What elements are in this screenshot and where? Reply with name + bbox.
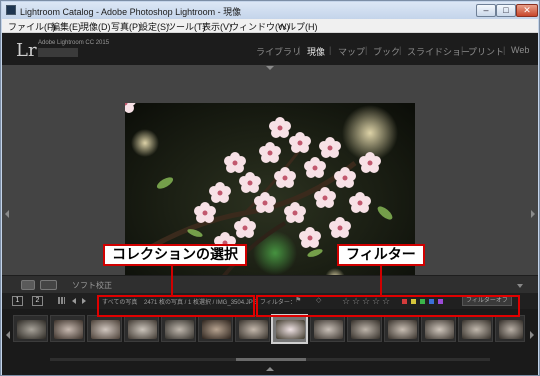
filmstrip-thumbnail-selected[interactable]: [271, 314, 308, 344]
filter-highlight-box: [256, 295, 520, 317]
grid-view-icon[interactable]: [58, 297, 65, 304]
filmstrip-thumbnail[interactable]: [421, 315, 456, 342]
forward-arrow-icon[interactable]: [82, 298, 86, 304]
collection-callout-connector: [171, 266, 173, 296]
filmstrip-thumbnail[interactable]: [310, 315, 345, 342]
toolbar-menu-icon[interactable]: [517, 284, 523, 288]
back-arrow-icon[interactable]: [72, 298, 76, 304]
minimize-button[interactable]: ‒: [476, 4, 496, 17]
lightroom-app-icon: [6, 5, 16, 15]
module-separator: |: [399, 45, 402, 55]
menu-settings[interactable]: 設定(S): [139, 20, 169, 33]
module-print[interactable]: プリント: [468, 45, 504, 58]
collection-highlight-box: [97, 295, 255, 317]
module-separator: |: [461, 45, 464, 55]
module-develop[interactable]: 現像: [307, 45, 325, 58]
filter-callout: フィルター: [337, 244, 425, 266]
develop-toolbar: ソフト校正: [2, 275, 538, 293]
module-web[interactable]: Web: [511, 45, 529, 55]
module-separator: |: [298, 45, 301, 55]
filmstrip-thumbnail[interactable]: [161, 315, 196, 342]
menu-view[interactable]: 表示(V): [202, 20, 232, 33]
filmstrip-thumbnail[interactable]: [87, 315, 122, 342]
menu-file[interactable]: ファイル(F): [8, 20, 56, 33]
module-separator: |: [503, 45, 506, 55]
filmstrip-scroll-left-icon[interactable]: [6, 331, 10, 339]
filmstrip-scroll-thumb[interactable]: [236, 358, 306, 361]
module-map[interactable]: マップ: [338, 45, 365, 58]
lightroom-app: Lr Adobe Lightroom CC 2015 ライブラリ | 現像 | …: [2, 33, 538, 375]
filmstrip-thumbnail[interactable]: [458, 315, 493, 342]
window-1-button[interactable]: 1: [12, 296, 23, 306]
filmstrip-thumbnail[interactable]: [235, 315, 270, 342]
left-panel-toggle-icon[interactable]: [5, 210, 9, 218]
application-window: Lightroom Catalog - Adobe Photoshop Ligh…: [0, 0, 540, 376]
filter-callout-label: フィルター: [339, 246, 423, 264]
cherry-blossom-photo: [125, 103, 415, 303]
lr-version: Adobe Lightroom CC 2015: [38, 40, 110, 46]
menu-edit[interactable]: 編集(E): [51, 20, 81, 33]
filmstrip: [2, 309, 538, 375]
collection-callout: コレクションの選択: [103, 244, 247, 266]
bottom-panel-toggle-icon[interactable]: [266, 367, 274, 371]
identity-plate: [38, 48, 78, 57]
window-2-button[interactable]: 2: [32, 296, 43, 306]
maximize-button[interactable]: □: [496, 4, 516, 17]
main-photo: [125, 103, 415, 303]
menu-develop[interactable]: 現像(D): [80, 20, 111, 33]
filter-callout-connector: [380, 266, 382, 296]
before-after-button[interactable]: [40, 280, 57, 290]
menu-bar: ファイル(F) 編集(E) 現像(D) 写真(P) 設定(S) ツール(T) 表…: [2, 19, 538, 33]
menu-photo[interactable]: 写真(P): [111, 20, 141, 33]
filmstrip-thumbnail[interactable]: [50, 315, 85, 342]
module-separator: |: [365, 45, 368, 55]
soft-proof-checkbox[interactable]: ソフト校正: [72, 280, 112, 291]
title-bar[interactable]: Lightroom Catalog - Adobe Photoshop Ligh…: [2, 2, 538, 19]
window-title: Lightroom Catalog - Adobe Photoshop Ligh…: [20, 7, 242, 17]
filmstrip-thumbnail[interactable]: [495, 315, 525, 342]
menu-tools[interactable]: ツール(T): [167, 20, 206, 33]
lr-logo: Lr: [16, 40, 37, 61]
filmstrip-thumbnail[interactable]: [384, 315, 419, 342]
filmstrip-thumbnail[interactable]: [124, 315, 159, 342]
loupe-view-button[interactable]: [21, 280, 35, 290]
filmstrip-thumbnail[interactable]: [198, 315, 233, 342]
module-header: Lr Adobe Lightroom CC 2015 ライブラリ | 現像 | …: [2, 33, 538, 65]
collection-callout-label: コレクションの選択: [105, 246, 245, 264]
top-panel-toggle-icon[interactable]: [266, 66, 274, 70]
right-panel-toggle-icon[interactable]: [531, 210, 535, 218]
filmstrip-thumbnail[interactable]: [347, 315, 382, 342]
close-button[interactable]: ✕: [516, 4, 538, 17]
filmstrip-scroll-right-icon[interactable]: [530, 331, 534, 339]
module-separator: |: [329, 45, 332, 55]
menu-help[interactable]: ヘルプ(H): [278, 20, 318, 33]
filmstrip-scrollbar[interactable]: [50, 358, 490, 361]
module-library[interactable]: ライブラリ: [256, 45, 301, 58]
image-stage: ソフト校正: [2, 65, 538, 303]
filmstrip-thumbnail[interactable]: [13, 315, 48, 342]
module-book[interactable]: ブック: [373, 45, 400, 58]
